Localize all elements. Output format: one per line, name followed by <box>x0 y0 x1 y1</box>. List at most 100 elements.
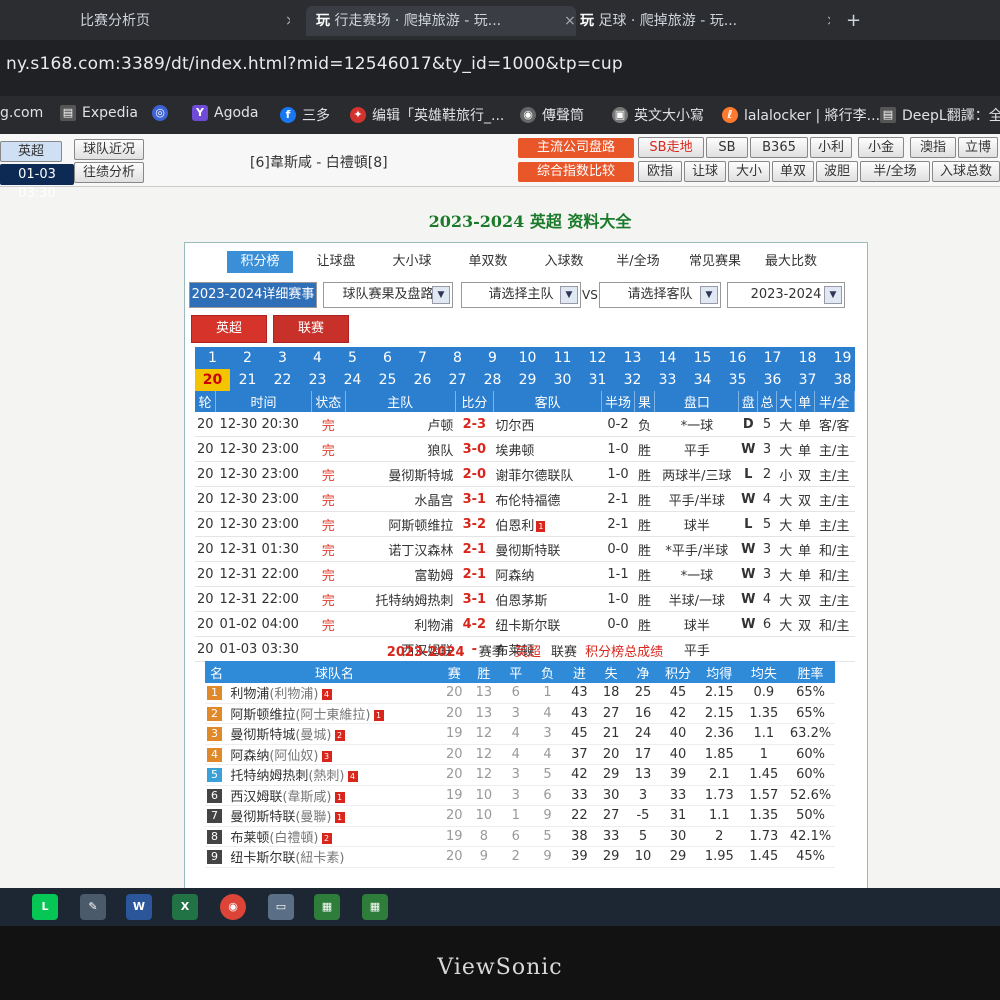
odds-link-xiaoli[interactable]: 小利 <box>810 137 852 158</box>
team-name[interactable]: 西汉姆联(韋斯咸) 1 <box>228 785 441 806</box>
spreadsheet2-app-icon[interactable]: ▦ <box>362 894 388 920</box>
team-name[interactable]: 曼彻斯特联(曼聯) 1 <box>228 805 441 827</box>
league-button[interactable]: 英超 <box>0 141 62 162</box>
home-team[interactable]: 诺丁汉森林 <box>345 536 456 562</box>
league-epl-button[interactable]: 英超 <box>191 315 267 343</box>
files-app-icon[interactable]: ▭ <box>268 894 294 920</box>
match-score[interactable]: 4-2 <box>455 611 494 637</box>
round-link-10[interactable]: 10 <box>510 347 545 369</box>
bookmark-expedia[interactable]: ▤ Expedia <box>60 105 138 121</box>
round-link-18[interactable]: 18 <box>790 347 825 369</box>
match-score[interactable]: 2-1 <box>455 536 494 562</box>
round-link-35[interactable]: 35 <box>720 369 755 391</box>
bookmark-facebook[interactable]: f 三多 <box>280 105 330 125</box>
pen-app-icon[interactable]: ✎ <box>80 894 106 920</box>
odds-link-b365[interactable]: B365 <box>750 137 808 158</box>
round-link-8[interactable]: 8 <box>440 347 475 369</box>
away-team-select[interactable]: 请选择客队 ▼ <box>599 282 721 308</box>
match-score[interactable]: 2-3 <box>455 412 494 437</box>
tab-half-full[interactable]: 半/全场 <box>605 251 671 273</box>
away-team[interactable]: 谢菲尔德联队 <box>493 461 602 487</box>
tab-travel[interactable]: 玩 行走赛场 · 爬掉旅游 - 玩... × <box>306 6 576 36</box>
table-row[interactable]: 4 阿森纳(阿仙奴) 3 20 12 4 4 37 20 17 40 1.85 1 60% <box>205 744 835 765</box>
away-team[interactable]: 阿森纳 <box>493 561 602 587</box>
odds-link-handicap[interactable]: 让球 <box>684 161 726 182</box>
bookmark-agoda[interactable]: Y Agoda <box>192 105 259 121</box>
home-team[interactable]: 利物浦 <box>345 611 456 637</box>
away-team[interactable]: 纽卡斯尔联 <box>493 611 602 637</box>
home-team-select[interactable]: 请选择主队 ▼ <box>461 282 581 308</box>
home-team[interactable]: 狼队 <box>345 436 456 462</box>
address-bar[interactable]: ny.s168.com:3389/dt/index.html?mid=12546… <box>0 40 1000 96</box>
bookmark-lalalocker[interactable]: ℓ lalalocker | 將行李... <box>722 105 880 125</box>
away-team[interactable]: 伯恩茅斯 <box>493 586 602 612</box>
league-type-button[interactable]: 联赛 <box>273 315 349 343</box>
table-row[interactable]: 20 12-30 20:30 完卢顿 2-3 切尔西 0-2 负 *一球 D 5 大单客/客 <box>195 412 855 437</box>
team-name[interactable]: 利物浦(利物浦) 4 <box>228 683 441 704</box>
round-link-16[interactable]: 16 <box>720 347 755 369</box>
team-name[interactable]: 布莱顿(白禮頓) 2 <box>228 826 441 847</box>
round-link-9[interactable]: 9 <box>475 347 510 369</box>
away-team[interactable]: 切尔西 <box>493 412 602 437</box>
team-name[interactable]: 纽卡斯尔联(紐卡素) <box>228 846 441 868</box>
table-row[interactable]: 20 12-30 23:00 完曼彻斯特城 2-0 谢菲尔德联队 1-0 胜两球半/三球 L 2… <box>195 461 855 487</box>
round-link-38[interactable]: 38 <box>825 369 860 391</box>
table-row[interactable]: 20 12-31 22:00 完富勒姆 2-1 阿森纳 1-1 胜 *一球 W 3 大单和/主 <box>195 561 855 587</box>
round-link-4[interactable]: 4 <box>300 347 335 369</box>
table-row[interactable]: 20 12-30 23:00 完阿斯顿维拉 3-2 伯恩利 1 2-1 胜球半 L 5 大单主/主 <box>195 511 855 537</box>
home-team[interactable]: 卢顿 <box>345 412 456 437</box>
table-row[interactable]: 5 托特纳姆热刺(熱刺) 4 20 12 3 5 42 29 13 39 2.1 1.45 60% <box>205 764 835 786</box>
table-row[interactable]: 6 西汉姆联(韋斯咸) 1 19 10 3 6 33 30 3 33 1.73 1.57 52.6% <box>205 785 835 806</box>
odds-link-sb[interactable]: SB <box>706 137 748 158</box>
away-team[interactable]: 伯恩利 1 <box>493 511 602 537</box>
round-link-15[interactable]: 15 <box>685 347 720 369</box>
index-compare-button[interactable]: 综合指数比较 <box>518 162 634 182</box>
table-row[interactable]: 8 布莱顿(白禮頓) 2 19 8 6 5 38 33 5 30 2 1.73 42.1% <box>205 826 835 847</box>
tab-standings[interactable]: 积分榜 <box>227 251 293 273</box>
table-row[interactable]: 1 利物浦(利物浦) 4 20 13 6 1 43 18 25 45 2.15 0.9 65% <box>205 683 835 704</box>
table-row[interactable]: 20 12-30 23:00 完狼队 3-0 埃弗顿 1-0 胜平手 W 3 大单主/主 <box>195 436 855 462</box>
round-link-34[interactable]: 34 <box>685 369 720 391</box>
round-link-3[interactable]: 3 <box>265 347 300 369</box>
main-odds-button[interactable]: 主流公司盘路 <box>518 138 634 158</box>
odds-link-halffull[interactable]: 半/全场 <box>860 161 930 182</box>
season-select[interactable]: 2023-2024 ▼ <box>727 282 845 308</box>
close-icon[interactable]: × <box>564 6 576 36</box>
round-link-19[interactable]: 19 <box>825 347 860 369</box>
round-link-26[interactable]: 26 <box>405 369 440 391</box>
recent-form-button[interactable]: 球队近况 <box>74 139 144 160</box>
close-icon[interactable]: × <box>826 6 830 36</box>
round-link-22[interactable]: 22 <box>265 369 300 391</box>
line-app-icon[interactable]: L <box>32 894 58 920</box>
team-name[interactable]: 曼彻斯特城(曼城) 2 <box>228 723 441 745</box>
bookmark-item[interactable]: g.com <box>0 105 43 121</box>
round-link-24[interactable]: 24 <box>335 369 370 391</box>
table-row[interactable]: 20 01-02 04:00 完利物浦 4-2 纽卡斯尔联 0-0 胜球半 W 6 大双和/主 <box>195 611 855 637</box>
bookmark-voice[interactable]: ◉ 傳聲筒 <box>520 105 584 125</box>
away-team[interactable]: 布伦特福德 <box>493 486 602 512</box>
excel-app-icon[interactable]: X <box>172 894 198 920</box>
round-link-32[interactable]: 32 <box>615 369 650 391</box>
home-team[interactable]: 托特纳姆热刺 <box>345 586 456 612</box>
odds-link-total-goals[interactable]: 入球总数 <box>932 161 1000 182</box>
tab-max-score[interactable]: 最大比数 <box>755 251 827 273</box>
team-name[interactable]: 阿斯顿维拉(阿士東維拉) 1 <box>228 703 441 724</box>
new-tab-button[interactable]: + <box>846 6 866 36</box>
round-link-17[interactable]: 17 <box>755 347 790 369</box>
history-analysis-button[interactable]: 往绩分析 <box>74 162 144 183</box>
round-link-5[interactable]: 5 <box>335 347 370 369</box>
team-name[interactable]: 阿森纳(阿仙奴) 3 <box>228 744 441 765</box>
match-score[interactable]: 3-1 <box>455 486 494 512</box>
round-link-25[interactable]: 25 <box>370 369 405 391</box>
match-score[interactable]: 2-0 <box>455 461 494 487</box>
home-team[interactable]: 富勒姆 <box>345 561 456 587</box>
odds-link-libo[interactable]: 立博 <box>958 137 998 158</box>
tab-common-results[interactable]: 常见赛果 <box>679 251 751 273</box>
close-icon[interactable]: × <box>285 6 290 36</box>
home-team[interactable]: 曼彻斯特城 <box>345 461 456 487</box>
round-link-29[interactable]: 29 <box>510 369 545 391</box>
round-link-13[interactable]: 13 <box>615 347 650 369</box>
table-row[interactable]: 20 12-30 23:00 完水晶宫 3-1 布伦特福德 2-1 胜平手/半球 W 4 大双主/… <box>195 486 855 512</box>
match-score[interactable]: 2-1 <box>455 561 494 587</box>
spreadsheet-app-icon[interactable]: ▦ <box>314 894 340 920</box>
